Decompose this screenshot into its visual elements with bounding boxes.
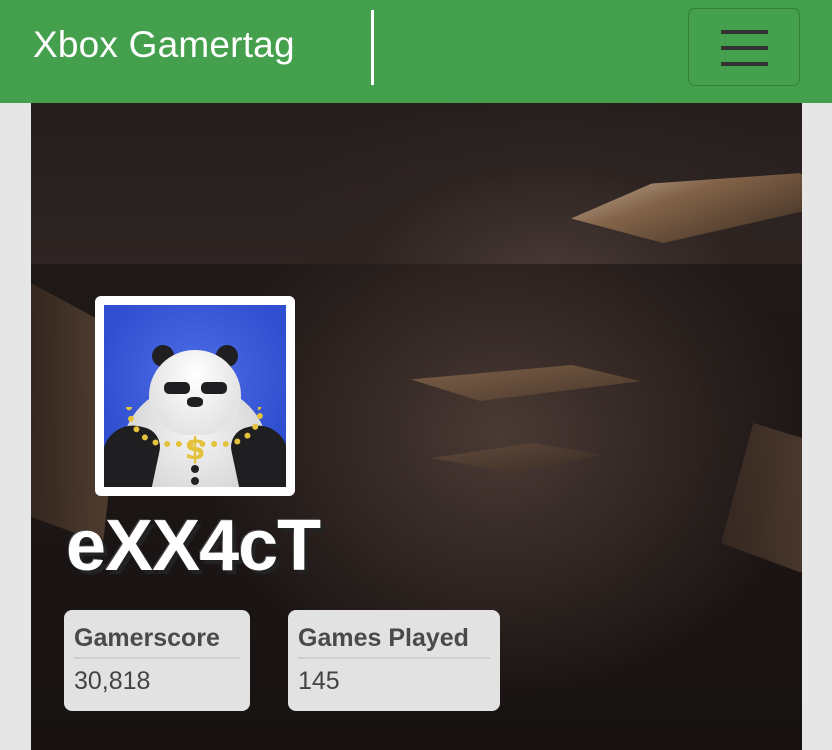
gamerscore-label: Gamerscore — [74, 624, 240, 659]
brand-title[interactable]: Xbox Gamertag — [33, 24, 295, 66]
games-played-card: Games Played 145 — [288, 610, 500, 711]
coat-button — [191, 477, 199, 485]
dollar-pendant: $ — [184, 432, 206, 467]
avatar: $ — [104, 305, 286, 487]
hamburger-menu-icon — [721, 62, 768, 66]
gamertag-heading: eXX4cT — [66, 506, 321, 586]
gamerscore-value: 30,818 — [74, 667, 151, 695]
gamerscore-card: Gamerscore 30,818 — [64, 610, 250, 711]
panda-eye — [201, 382, 227, 394]
hamburger-menu-icon — [721, 46, 768, 50]
avatar-frame: $ — [95, 296, 295, 496]
panda-nose — [187, 397, 203, 407]
navbar-divider — [371, 10, 374, 85]
games-played-value: 145 — [298, 667, 340, 695]
menu-toggle-button[interactable] — [688, 8, 800, 86]
hamburger-menu-icon — [721, 30, 768, 34]
games-played-label: Games Played — [298, 624, 490, 659]
panda-eye — [164, 382, 190, 394]
top-navbar: Xbox Gamertag — [0, 0, 832, 103]
coat-button — [191, 465, 199, 473]
